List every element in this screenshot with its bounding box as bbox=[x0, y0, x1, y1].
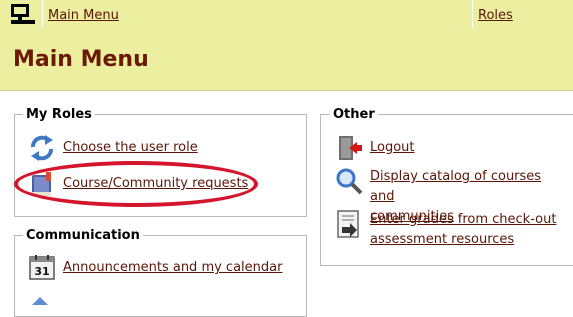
magnifier-icon bbox=[336, 168, 363, 195]
announcements-link[interactable]: Announcements and my calendar bbox=[63, 258, 282, 278]
menu-item-announcements[interactable]: 31 Announcements and my calendar bbox=[28, 254, 298, 284]
enter-grades-line2: assessment resources bbox=[370, 232, 515, 247]
display-catalog-line1: Display catalog of courses and bbox=[370, 169, 542, 204]
breadcrumb-main-menu[interactable]: Main Menu bbox=[48, 8, 119, 24]
book-request-icon bbox=[32, 172, 51, 196]
computer-home-icon[interactable] bbox=[9, 3, 37, 25]
communication-heading: Communication bbox=[23, 228, 143, 243]
enter-grades-line1: Enter grades from check-out bbox=[370, 212, 557, 227]
logout-door-icon bbox=[339, 136, 362, 160]
menu-item-partial[interactable] bbox=[28, 290, 58, 305]
calendar-icon: 31 bbox=[29, 255, 55, 280]
document-arrow-icon bbox=[337, 210, 359, 238]
roles-link[interactable]: Roles bbox=[478, 8, 513, 24]
menu-item-display-catalog[interactable]: Display catalog of courses and communiti… bbox=[335, 167, 565, 224]
calendar-day-label: 31 bbox=[34, 265, 49, 278]
menu-item-choose-role[interactable]: Choose the user role bbox=[28, 134, 298, 164]
topbar-divider bbox=[42, 0, 43, 28]
menu-item-logout[interactable]: Logout bbox=[335, 134, 565, 164]
my-roles-panel bbox=[14, 114, 307, 217]
logout-link[interactable]: Logout bbox=[370, 138, 415, 158]
enter-grades-link[interactable]: Enter grades from check-out assessment r… bbox=[370, 210, 556, 250]
page-title: Main Menu bbox=[13, 47, 149, 72]
choose-role-link[interactable]: Choose the user role bbox=[63, 138, 198, 158]
my-roles-heading: My Roles bbox=[23, 107, 95, 122]
course-requests-link[interactable]: Course/Community requests bbox=[63, 174, 248, 194]
title-divider bbox=[0, 90, 573, 91]
refresh-arrows-icon bbox=[31, 135, 53, 161]
partial-icon bbox=[32, 297, 48, 305]
topbar-divider bbox=[472, 0, 473, 28]
top-nav-bar: Main Menu Roles bbox=[0, 0, 573, 28]
other-heading: Other bbox=[330, 107, 378, 122]
menu-item-course-requests[interactable]: Course/Community requests bbox=[28, 170, 298, 200]
menu-item-enter-grades[interactable]: Enter grades from check-out assessment r… bbox=[335, 210, 565, 250]
